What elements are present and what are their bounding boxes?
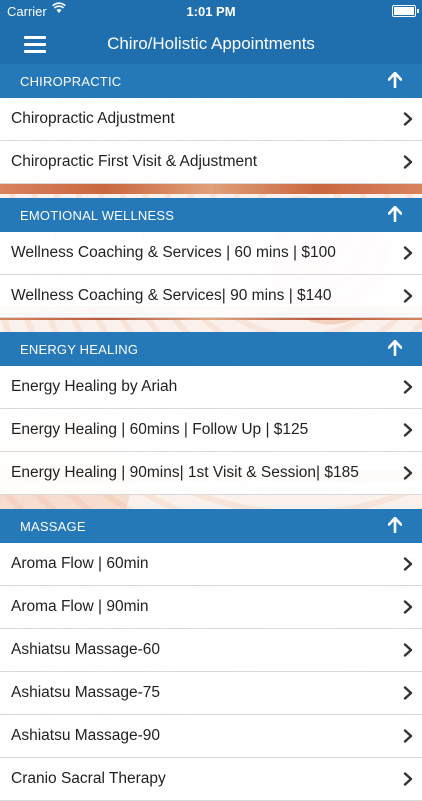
list-item[interactable]: Aroma Flow | 60min bbox=[0, 543, 422, 586]
chevron-right-icon bbox=[403, 155, 413, 169]
chevron-right-icon bbox=[403, 466, 413, 480]
page-title: Chiro/Holistic Appointments bbox=[107, 34, 315, 53]
list-item[interactable]: Energy Healing | 90mins| 1st Visit & Ses… bbox=[0, 452, 422, 495]
list-item-label: Energy Healing | 60mins | Follow Up | $1… bbox=[11, 421, 309, 438]
chevron-right-icon bbox=[403, 686, 413, 700]
section-title: MASSAGE bbox=[20, 519, 86, 534]
section-header[interactable]: CHIROPRACTIC bbox=[0, 64, 422, 98]
chevron-right-icon bbox=[403, 772, 413, 786]
list-item-label: Aroma Flow | 60min bbox=[11, 555, 149, 572]
list-item-label: Cranio Sacral Therapy bbox=[11, 770, 166, 787]
chevron-right-icon bbox=[403, 289, 413, 303]
list-item-label: Wellness Coaching & Services | 60 mins |… bbox=[11, 244, 336, 261]
list-item[interactable]: Ashiatsu Massage-60 bbox=[0, 629, 422, 672]
nav-bar: Chiro/Holistic Appointments bbox=[0, 22, 422, 64]
list-item-label: Chiropractic Adjustment bbox=[11, 110, 175, 127]
list-item[interactable]: Aroma Flow | 90min bbox=[0, 586, 422, 629]
chevron-right-icon bbox=[403, 557, 413, 571]
arrow-up-icon[interactable] bbox=[387, 516, 403, 534]
list-item-label: Aroma Flow | 90min bbox=[11, 598, 149, 615]
section-header[interactable]: ENERGY HEALING bbox=[0, 332, 422, 366]
section-header[interactable]: MASSAGE bbox=[0, 509, 422, 543]
status-bar: Carrier 1:01 PM bbox=[0, 0, 422, 22]
list-item[interactable]: Ashiatsu Massage-75 bbox=[0, 672, 422, 715]
list-item[interactable]: Cranio Sacral Therapy bbox=[0, 758, 422, 801]
section-title: ENERGY HEALING bbox=[20, 342, 139, 357]
list-item[interactable]: Energy Healing | 60mins | Follow Up | $1… bbox=[0, 409, 422, 452]
arrow-up-icon[interactable] bbox=[387, 339, 403, 357]
list-item-label: Chiropractic First Visit & Adjustment bbox=[11, 153, 258, 170]
arrow-up-icon[interactable] bbox=[387, 71, 403, 89]
list-item[interactable]: Ashiatsu Massage-90 bbox=[0, 715, 422, 758]
chevron-right-icon bbox=[403, 112, 413, 126]
chevron-right-icon bbox=[403, 380, 413, 394]
section-title: EMOTIONAL WELLNESS bbox=[20, 208, 175, 223]
list-item-label: Ashiatsu Massage-75 bbox=[11, 684, 161, 701]
section-title: CHIROPRACTIC bbox=[20, 74, 122, 89]
list-item-label: Energy Healing by Ariah bbox=[11, 378, 178, 395]
status-time: 1:01 PM bbox=[186, 4, 236, 19]
list-item[interactable]: Wellness Coaching & Services| 90 mins | … bbox=[0, 275, 422, 318]
battery-icon bbox=[392, 5, 419, 17]
list-item[interactable]: Wellness Coaching & Services | 60 mins |… bbox=[0, 232, 422, 275]
list-item[interactable]: Chiropractic Adjustment bbox=[0, 98, 422, 141]
chevron-right-icon bbox=[403, 600, 413, 614]
list-item[interactable]: Energy Healing by Ariah bbox=[0, 366, 422, 409]
chevron-right-icon bbox=[403, 423, 413, 437]
chevron-right-icon bbox=[403, 643, 413, 657]
list-item-label: Wellness Coaching & Services| 90 mins | … bbox=[11, 287, 332, 304]
list-item-label: Energy Healing | 90mins| 1st Visit & Ses… bbox=[11, 464, 359, 481]
section-header[interactable]: EMOTIONAL WELLNESS bbox=[0, 198, 422, 232]
list-item-label: Ashiatsu Massage-90 bbox=[11, 727, 161, 744]
chevron-right-icon bbox=[403, 246, 413, 260]
list-item-label: Ashiatsu Massage-60 bbox=[11, 641, 161, 658]
arrow-up-icon[interactable] bbox=[387, 205, 403, 223]
list-item[interactable]: Chiropractic First Visit & Adjustment bbox=[0, 141, 422, 184]
chevron-right-icon bbox=[403, 729, 413, 743]
appointment-list: CHIROPRACTIC Chiropractic Adjustment Chiro… bbox=[0, 64, 422, 801]
